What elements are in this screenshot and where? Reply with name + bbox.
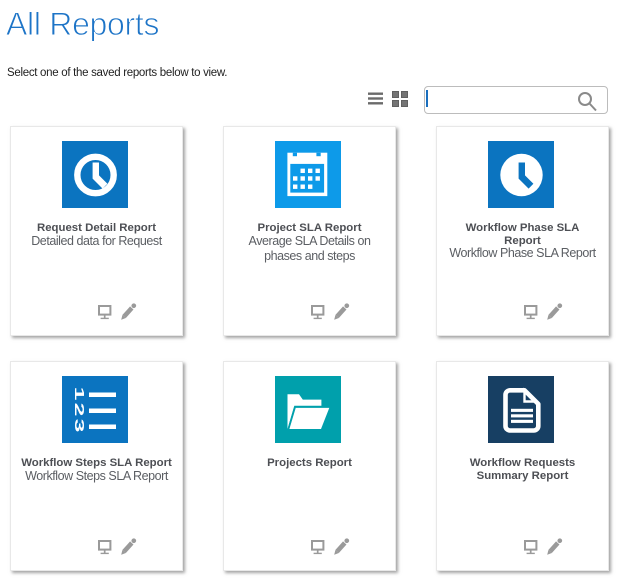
svg-text:3: 3 xyxy=(72,419,86,433)
svg-text:2: 2 xyxy=(72,403,86,417)
svg-text:1: 1 xyxy=(72,387,86,401)
